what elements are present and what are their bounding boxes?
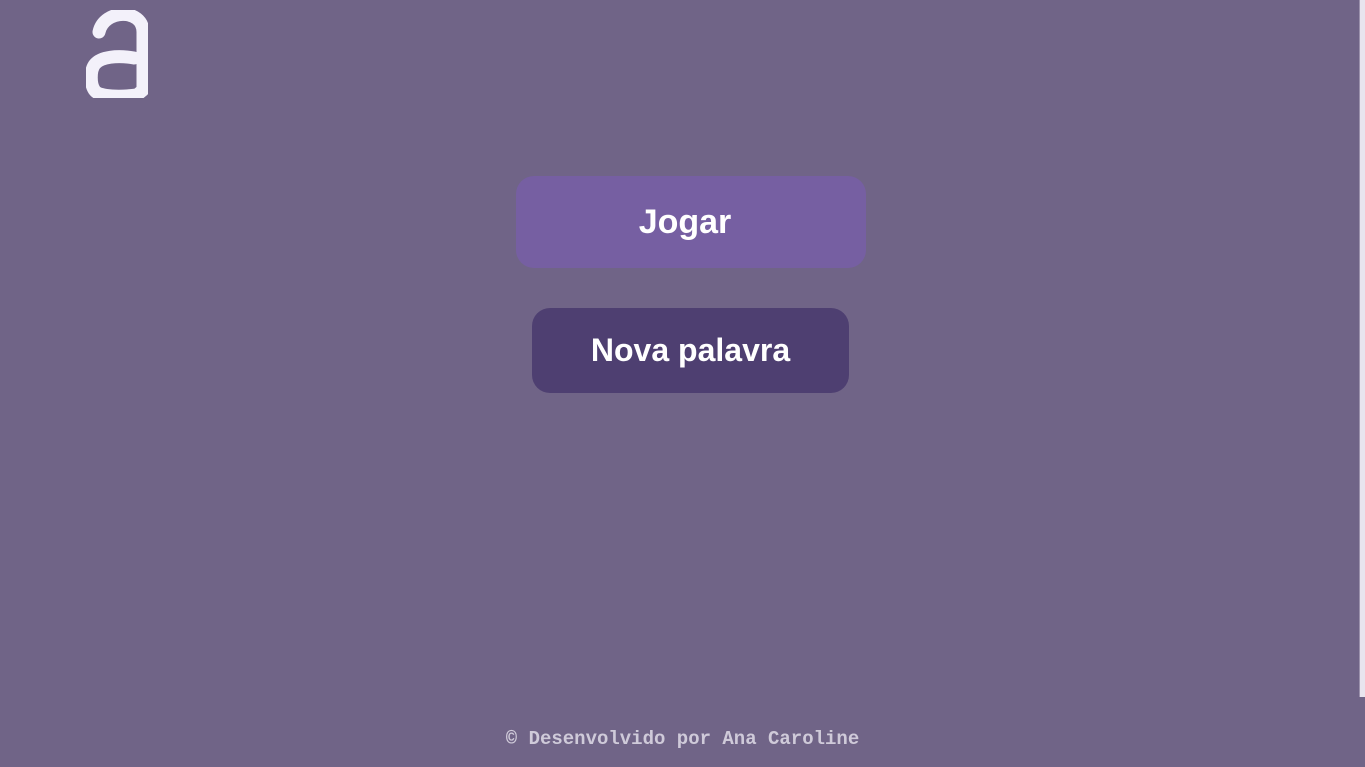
page: Jogar Nova palavra © Desenvolvido por An… (0, 0, 1365, 767)
footer-credit: © Desenvolvido por Ana Caroline (505, 728, 860, 750)
play-button[interactable]: Jogar (516, 176, 866, 268)
scrollbar[interactable] (1359, 0, 1365, 697)
a-letter-logo-icon (84, 7, 150, 103)
new-word-button[interactable]: Nova palavra (532, 308, 849, 393)
